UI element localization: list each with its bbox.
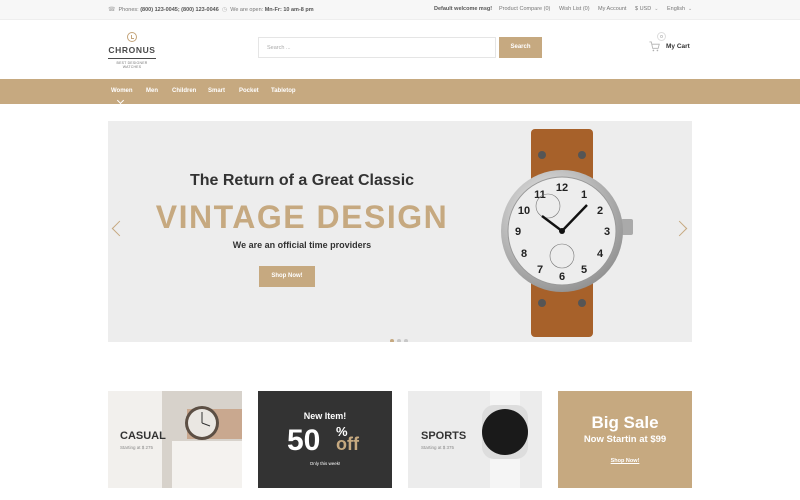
search-button[interactable]: Search <box>499 37 542 58</box>
promo-suffix: off <box>336 434 359 454</box>
promo-banner[interactable]: New Item! 50 % off Only this week! <box>258 391 392 488</box>
slider-dot[interactable] <box>404 339 408 342</box>
svg-text:6: 6 <box>559 271 565 283</box>
svg-text:8: 8 <box>521 248 527 260</box>
svg-text:1: 1 <box>581 189 587 201</box>
nav-item-smart[interactable]: Smart <box>208 88 225 94</box>
phone-label: Phones: <box>118 7 139 13</box>
svg-text:12: 12 <box>556 182 568 194</box>
sale-subtitle: Now Startin at $99 <box>583 434 667 445</box>
language-value: English <box>667 6 686 12</box>
svg-text:4: 4 <box>597 248 604 260</box>
promo-heading: New Item! <box>303 411 347 421</box>
sports-title: SPORTS <box>421 430 467 442</box>
hero-shop-button[interactable]: Shop Now! <box>259 266 315 287</box>
nav-item-tabletop[interactable]: Tabletop <box>271 88 296 94</box>
svg-text:9: 9 <box>515 226 521 238</box>
sports-price: Starting at $ 375 <box>421 445 455 450</box>
promo-note: Only this week! <box>309 461 341 466</box>
site-logo[interactable]: CHRONUS BEST DESIGNER WATCHES <box>108 32 156 69</box>
svg-text:10: 10 <box>518 205 530 217</box>
phone-info: ☎ Phones: (800) 123-0045; (800) 123-0046 <box>108 6 219 13</box>
top-bar: ☎ Phones: (800) 123-0045; (800) 123-0046 … <box>0 0 800 20</box>
promo-value: 50 <box>287 424 321 457</box>
language-select[interactable]: English ⌄ <box>667 6 692 12</box>
wishlist-link[interactable]: Wish List (0) <box>559 6 590 12</box>
sale-shop-link[interactable]: Shop Now! <box>558 458 692 464</box>
watch-image: 12 6 9 3 12 45 78 10 11 <box>501 129 633 337</box>
hours-info: ◷ We are open: Mn-Fr: 10 am-8 pm <box>222 6 314 13</box>
sale-title: Big Sale <box>591 413 659 432</box>
welcome-message: Default welcome msg! <box>434 6 492 12</box>
sports-watch-image <box>482 391 528 488</box>
svg-text:2: 2 <box>597 205 603 217</box>
hero-slider: The Return of a Great Classic VINTAGE DE… <box>108 121 692 342</box>
svg-text:3: 3 <box>604 226 610 238</box>
sale-banner[interactable]: Big Sale Now Startin at $99 Shop Now! <box>558 391 692 488</box>
svg-text:5: 5 <box>581 264 587 276</box>
casual-title: CASUAL <box>120 430 166 442</box>
clock-icon: ◷ <box>222 7 228 13</box>
active-indicator-icon <box>116 96 125 105</box>
nav-item-pocket[interactable]: Pocket <box>239 88 259 94</box>
cart-count-badge: 0 <box>657 32 666 41</box>
nav-item-women[interactable]: Women <box>111 88 133 94</box>
search-input[interactable]: Search ... <box>258 37 496 58</box>
hours-value: Mn-Fr: 10 am-8 pm <box>264 7 314 13</box>
watch-logo-icon <box>127 32 137 42</box>
chevron-down-icon: ⌄ <box>688 6 693 12</box>
nav-item-men[interactable]: Men <box>146 88 158 94</box>
cart-label[interactable]: My Cart <box>666 43 690 50</box>
welcome-text: Default welcome msg! <box>434 6 493 12</box>
nav-item-children[interactable]: Children <box>172 88 196 94</box>
hours-label: We are open: <box>230 7 264 13</box>
logo-name: CHRONUS <box>108 45 156 55</box>
slider-dot[interactable] <box>397 339 401 342</box>
cart-icon[interactable] <box>649 41 660 52</box>
casual-price: Starting at $ 275 <box>120 445 154 450</box>
hero-tagline: We are an official time providers <box>232 240 372 250</box>
hero-subtitle: The Return of a Great Classic <box>189 172 415 189</box>
product-compare-link[interactable]: Product Compare (0) <box>499 6 550 12</box>
currency-select[interactable]: $ USD ⌄ <box>635 6 658 12</box>
phone-numbers: (800) 123-0045; (800) 123-0046 <box>140 7 219 13</box>
slider-next-icon[interactable] <box>671 220 688 237</box>
sports-banner[interactable]: SPORTS Starting at $ 375 <box>408 391 542 488</box>
main-nav: Women Men Children Smart Pocket Tabletop <box>0 79 800 105</box>
chevron-down-icon: ⌄ <box>654 6 659 12</box>
slider-dot[interactable] <box>390 339 394 342</box>
casual-watch-image <box>162 391 242 488</box>
logo-tagline: BEST DESIGNER WATCHES <box>108 58 156 69</box>
hero-title: VINTAGE DESIGN <box>155 199 449 235</box>
currency-value: $ USD <box>635 6 652 12</box>
slider-dots <box>390 330 411 342</box>
svg-text:11: 11 <box>534 189 546 201</box>
phone-icon: ☎ <box>108 7 116 13</box>
my-account-link[interactable]: My Account <box>598 6 626 12</box>
svg-text:7: 7 <box>537 264 543 276</box>
casual-banner[interactable]: CASUAL Starting at $ 275 <box>108 391 242 488</box>
